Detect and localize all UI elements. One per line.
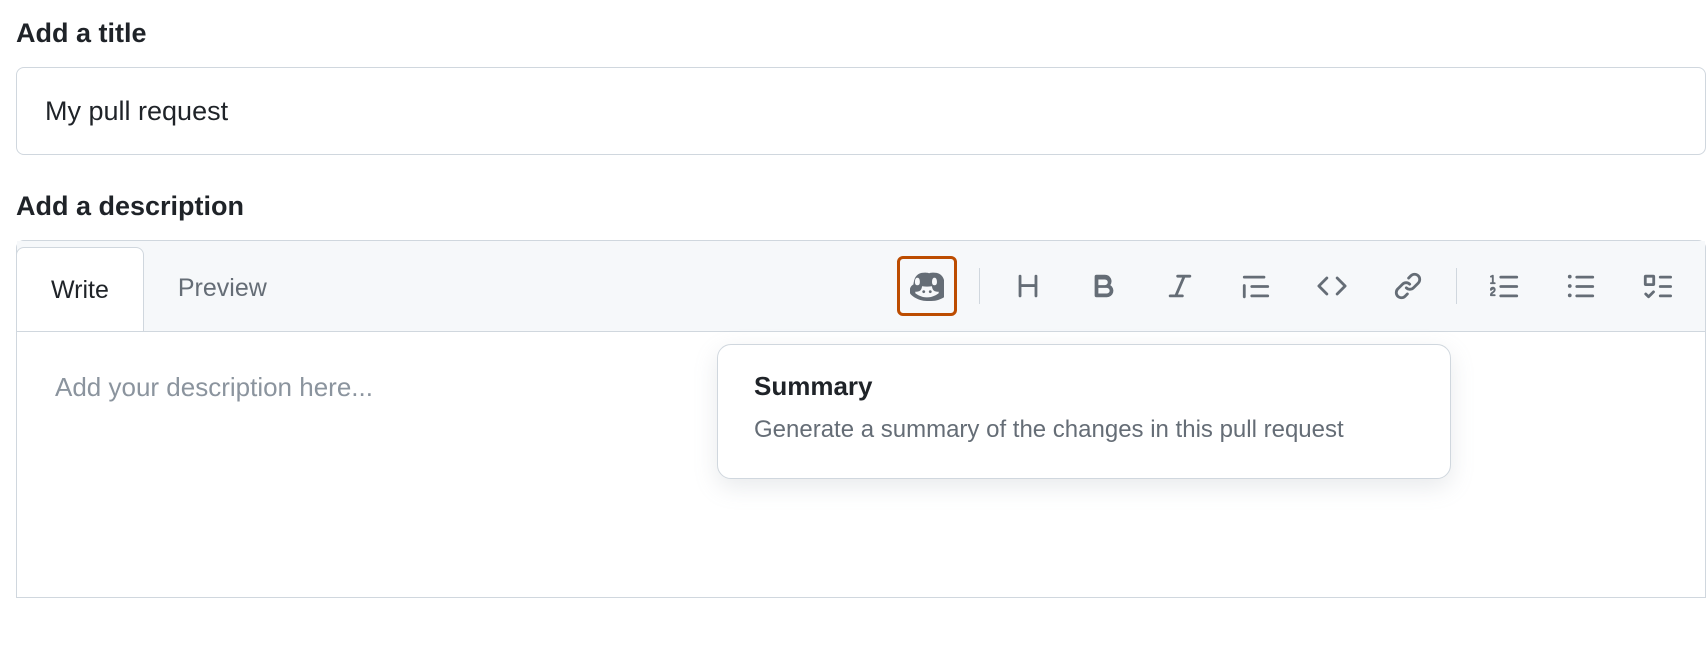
bold-icon bbox=[1089, 271, 1119, 301]
ordered-list-button[interactable] bbox=[1479, 260, 1531, 312]
code-icon bbox=[1317, 271, 1347, 301]
popover-description: Generate a summary of the changes in thi… bbox=[754, 412, 1414, 448]
tab-preview[interactable]: Preview bbox=[144, 246, 301, 331]
toolbar-divider bbox=[1456, 268, 1457, 304]
description-label: Add a description bbox=[16, 191, 1706, 222]
title-input[interactable] bbox=[16, 67, 1706, 155]
ordered-list-icon bbox=[1490, 271, 1520, 301]
link-icon bbox=[1393, 271, 1423, 301]
unordered-list-icon bbox=[1566, 271, 1596, 301]
italic-icon bbox=[1165, 271, 1195, 301]
tab-write[interactable]: Write bbox=[16, 247, 144, 333]
link-button[interactable] bbox=[1382, 260, 1434, 312]
title-label: Add a title bbox=[16, 18, 1706, 49]
copilot-button[interactable] bbox=[897, 256, 957, 316]
italic-button[interactable] bbox=[1154, 260, 1206, 312]
quote-icon bbox=[1241, 271, 1271, 301]
copilot-summary-popover[interactable]: Summary Generate a summary of the change… bbox=[717, 344, 1451, 479]
task-list-icon bbox=[1642, 271, 1672, 301]
description-editor: Write Preview bbox=[16, 240, 1706, 598]
code-button[interactable] bbox=[1306, 260, 1358, 312]
bold-button[interactable] bbox=[1078, 260, 1130, 312]
popover-title: Summary bbox=[754, 371, 1414, 402]
unordered-list-button[interactable] bbox=[1555, 260, 1607, 312]
copilot-icon bbox=[910, 269, 944, 303]
editor-body: Summary Generate a summary of the change… bbox=[17, 331, 1705, 597]
quote-button[interactable] bbox=[1230, 260, 1282, 312]
heading-icon bbox=[1013, 271, 1043, 301]
toolbar-divider bbox=[979, 268, 980, 304]
heading-button[interactable] bbox=[1002, 260, 1054, 312]
editor-toolbar: Write Preview bbox=[17, 241, 1705, 331]
task-list-button[interactable] bbox=[1631, 260, 1683, 312]
